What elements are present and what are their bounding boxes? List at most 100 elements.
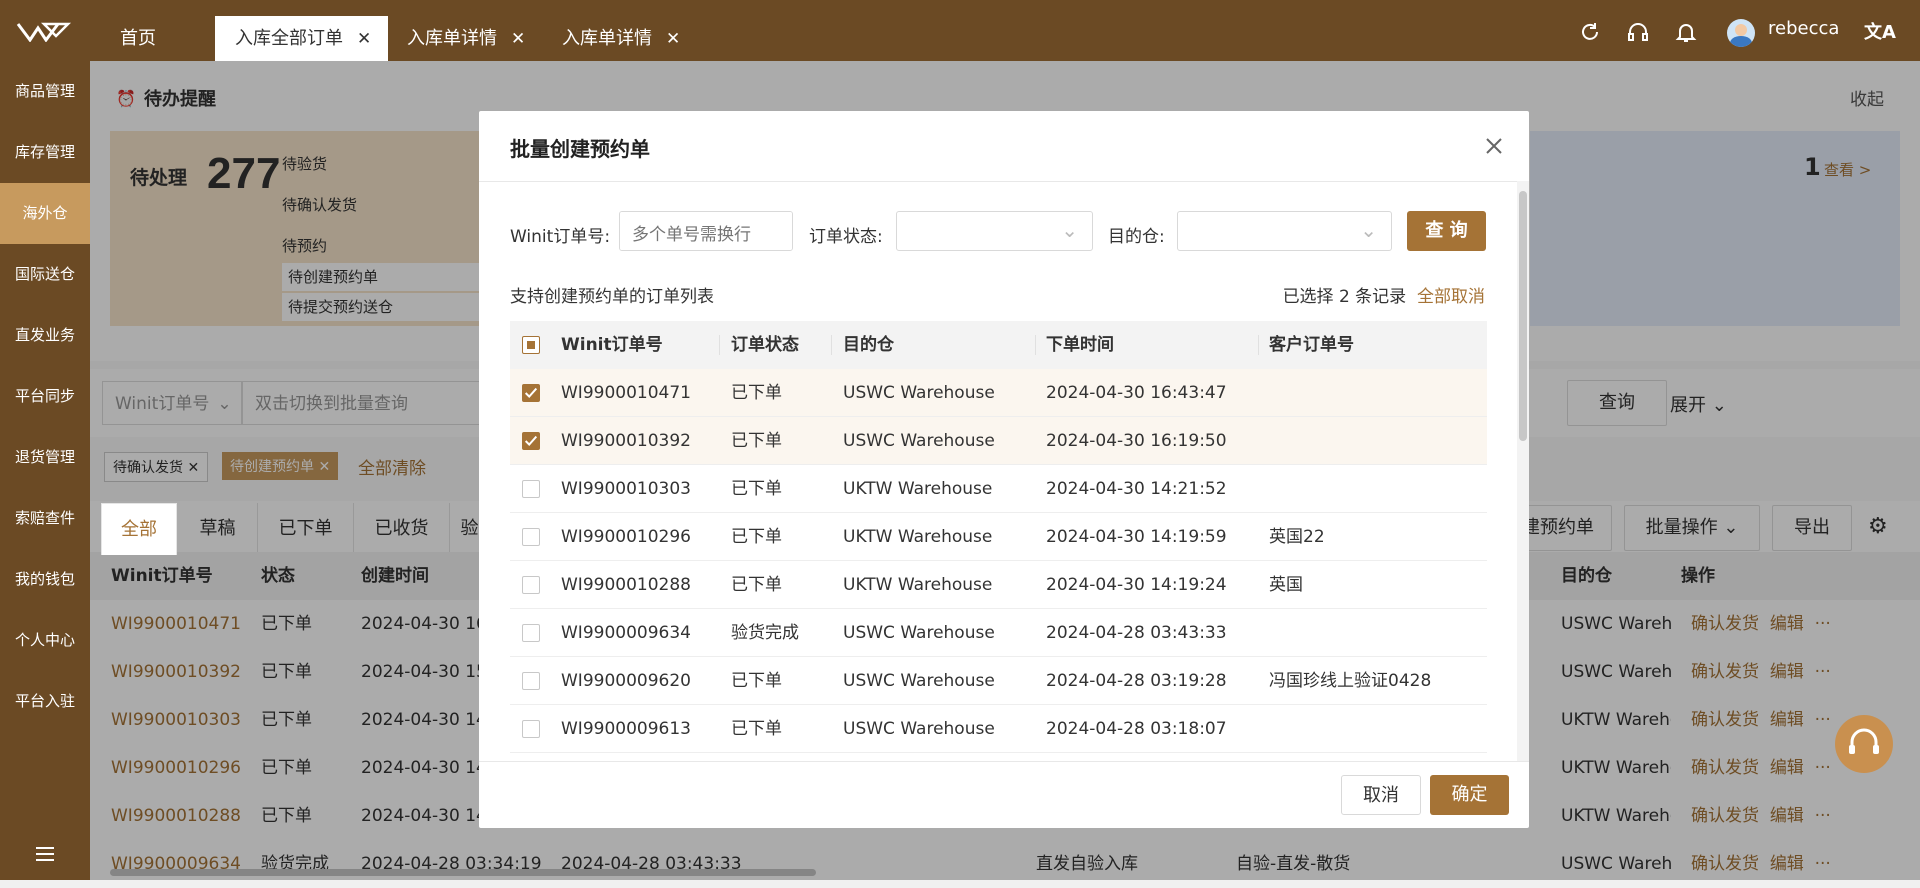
table-row[interactable]: WI9900010303 已下单 UKTW Warehouse 2024-04-30 … xyxy=(510,465,1487,513)
sidebar-item-product[interactable]: 商品管理 xyxy=(0,61,90,122)
bell-icon[interactable] xyxy=(1674,20,1698,44)
status-cell: 已下单 xyxy=(731,575,782,595)
order-id-cell: WI9900010471 xyxy=(561,383,691,403)
chevron-down-icon: ⌄ xyxy=(1061,218,1078,242)
status-cell: 已下单 xyxy=(731,671,782,691)
tab-order-detail-2[interactable]: 入库单详情 ✕ xyxy=(562,16,702,61)
customer-order-cell: 英国 xyxy=(1269,575,1303,595)
close-icon[interactable]: ✕ xyxy=(511,29,525,49)
order-time-cell: 2024-04-30 16:43:47 xyxy=(1046,383,1227,403)
modal-query-button[interactable]: 查 询 xyxy=(1407,211,1486,251)
sidebar-item-sync[interactable]: 平台同步 xyxy=(0,366,90,427)
warehouse-cell: UKTW Warehouse xyxy=(843,527,993,547)
sidebar: 商品管理 库存管理 海外仓 国际送仓 直发业务 平台同步 退货管理 索赔查件 我… xyxy=(0,61,90,880)
sidebar-item-claims[interactable]: 索赔查件 xyxy=(0,488,90,549)
status-cell: 已下单 xyxy=(731,719,782,739)
row-checkbox[interactable] xyxy=(522,480,540,498)
order-time-cell: 2024-04-28 03:19:28 xyxy=(1046,671,1227,691)
sidebar-item-overseas[interactable]: 海外仓 xyxy=(0,183,90,244)
close-icon[interactable] xyxy=(1481,133,1507,159)
modal-scrollbar[interactable] xyxy=(1517,181,1529,761)
order-id-cell: WI9900010303 xyxy=(561,479,691,499)
tab-order-detail-1[interactable]: 入库单详情 ✕ xyxy=(407,16,547,61)
order-time-cell: 2024-04-30 14:19:24 xyxy=(1046,575,1227,595)
close-icon[interactable]: ✕ xyxy=(666,29,680,49)
sidebar-item-intl[interactable]: 国际送仓 xyxy=(0,244,90,305)
column-header: 客户订单号 xyxy=(1269,335,1354,355)
avatar[interactable] xyxy=(1727,19,1755,47)
order-no-label: Winit订单号: xyxy=(510,227,611,247)
tab-all-orders[interactable]: 入库全部订单 ✕ xyxy=(215,16,388,61)
row-checkbox[interactable] xyxy=(522,384,540,402)
order-time-cell: 2024-04-28 03:43:33 xyxy=(1046,623,1227,643)
close-icon[interactable]: ✕ xyxy=(357,29,371,49)
logo-icon[interactable] xyxy=(16,22,72,42)
cancel-button[interactable]: 取消 xyxy=(1341,775,1421,815)
sidebar-item-direct[interactable]: 直发业务 xyxy=(0,305,90,366)
divider xyxy=(479,181,1529,182)
table-row[interactable]: WI9900010392 已下单 USWC Warehouse 2024-04-30 … xyxy=(510,417,1487,465)
sidebar-item-returns[interactable]: 退货管理 xyxy=(0,427,90,488)
column-header: 目的仓 xyxy=(843,335,894,355)
language-icon[interactable]: 文A xyxy=(1864,18,1896,44)
order-no-textarea[interactable] xyxy=(619,211,793,251)
row-checkbox[interactable] xyxy=(522,576,540,594)
username[interactable]: rebecca xyxy=(1768,18,1839,39)
status-tab-all[interactable]: 全部 xyxy=(101,503,177,555)
warehouse-cell: USWC Warehouse xyxy=(843,671,995,691)
warehouse-select[interactable]: ⌄ xyxy=(1177,211,1392,251)
menu-toggle-icon[interactable] xyxy=(36,847,54,861)
column-divider xyxy=(831,335,832,355)
warehouse-cell: UKTW Warehouse xyxy=(843,479,993,499)
order-time-cell: 2024-04-30 14:21:52 xyxy=(1046,479,1227,499)
table-row[interactable]: WI9900009613 已下单 USWC Warehouse 2024-04-28 … xyxy=(510,705,1487,753)
table-row[interactable]: WI9900009634 验货完成 USWC Warehouse 2024-04-28… xyxy=(510,609,1487,657)
order-status-label: 订单状态: xyxy=(809,227,883,247)
customer-order-cell: 英国22 xyxy=(1269,527,1325,547)
table-row[interactable]: WI9900010288 已下单 UKTW Warehouse 2024-04-30 … xyxy=(510,561,1487,609)
row-checkbox[interactable] xyxy=(522,672,540,690)
scrollbar-thumb[interactable] xyxy=(1519,191,1527,441)
confirm-button[interactable]: 确定 xyxy=(1430,775,1509,815)
top-bar: 首页 入库全部订单 ✕ 入库单详情 ✕ 入库单详情 ✕ rebecca 文A xyxy=(0,0,1920,61)
column-header: 订单状态 xyxy=(731,335,799,355)
column-header: Winit订单号 xyxy=(561,335,663,355)
tab-label: 入库全部订单 xyxy=(235,28,343,49)
cancel-all-link[interactable]: 全部取消 xyxy=(1417,287,1485,307)
warehouse-cell: USWC Warehouse xyxy=(843,383,995,403)
selection-summary: 已选择 2 条记录 全部取消 xyxy=(1283,282,1485,307)
table-row[interactable]: WI9900010296 已下单 UKTW Warehouse 2024-04-30 … xyxy=(510,513,1487,561)
status-cell: 已下单 xyxy=(731,383,782,403)
order-time-cell: 2024-04-28 03:18:07 xyxy=(1046,719,1227,739)
headset-icon xyxy=(1849,728,1879,754)
row-checkbox[interactable] xyxy=(522,528,540,546)
column-header: 下单时间 xyxy=(1046,335,1114,355)
divider xyxy=(479,761,1529,762)
order-time-cell: 2024-04-30 14:19:59 xyxy=(1046,527,1227,547)
row-checkbox[interactable] xyxy=(522,720,540,738)
tab-home[interactable]: 首页 xyxy=(120,16,186,61)
order-id-cell: WI9900010296 xyxy=(561,527,691,547)
check-icon xyxy=(524,435,538,446)
list-title: 支持创建预约单的订单列表 xyxy=(510,287,714,307)
sidebar-item-platform[interactable]: 平台入驻 xyxy=(0,671,90,732)
customer-support-button[interactable] xyxy=(1835,715,1893,773)
sidebar-item-profile[interactable]: 个人中心 xyxy=(0,610,90,671)
status-cell: 已下单 xyxy=(731,479,782,499)
status-cell: 验货完成 xyxy=(731,623,799,643)
tab-label: 入库单详情 xyxy=(407,28,497,49)
batch-create-appointment-modal: 批量创建预约单 Winit订单号: 订单状态: ⌄ 目的仓: ⌄ 查 询 支持创… xyxy=(479,111,1529,828)
warehouse-label: 目的仓: xyxy=(1108,227,1165,247)
row-checkbox[interactable] xyxy=(522,624,540,642)
table-row[interactable]: WI9900009620 已下单 USWC Warehouse 2024-04-28 … xyxy=(510,657,1487,705)
order-status-select[interactable]: ⌄ xyxy=(896,211,1093,251)
warehouse-cell: USWC Warehouse xyxy=(843,431,995,451)
refresh-icon[interactable] xyxy=(1578,20,1602,44)
sidebar-item-wallet[interactable]: 我的钱包 xyxy=(0,549,90,610)
sidebar-item-inventory[interactable]: 库存管理 xyxy=(0,122,90,183)
row-checkbox[interactable] xyxy=(522,432,540,450)
select-all-checkbox[interactable] xyxy=(522,336,540,354)
headset-icon[interactable] xyxy=(1626,20,1650,44)
status-cell: 已下单 xyxy=(731,431,782,451)
table-row[interactable]: WI9900010471 已下单 USWC Warehouse 2024-04-30 … xyxy=(510,369,1487,417)
